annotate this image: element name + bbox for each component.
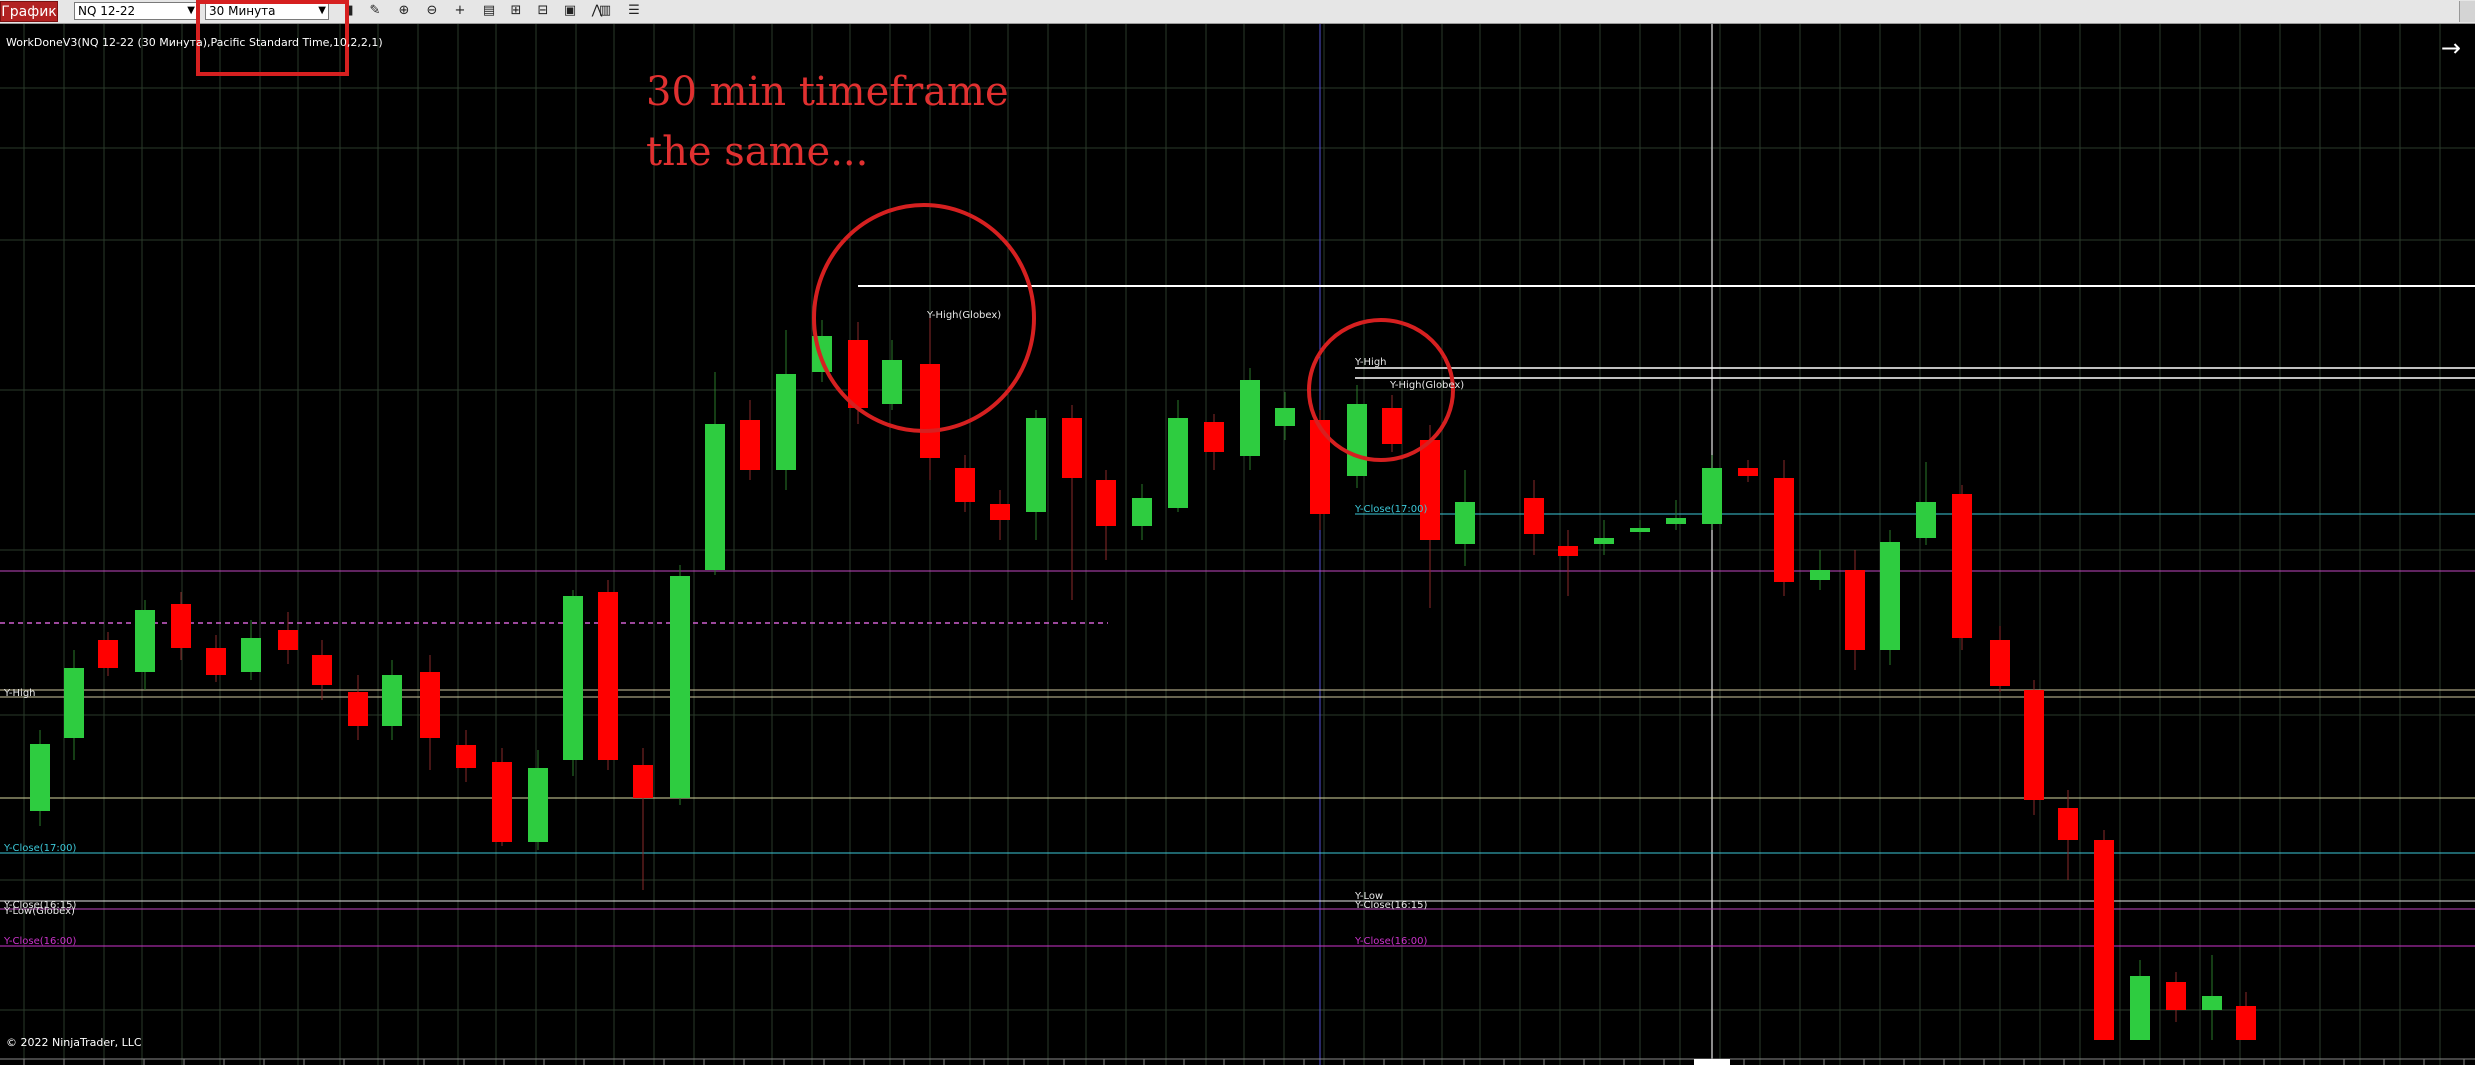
time-axis-cursor-marker	[1694, 1059, 1730, 1065]
candle-body	[1382, 408, 1402, 444]
candle-body	[278, 630, 298, 650]
candle-body	[920, 364, 940, 458]
candle-body	[1062, 418, 1082, 478]
level-label-y-close-1600-mid: Y-Close(16:00)	[1355, 936, 1428, 947]
candle-body	[2202, 996, 2222, 1010]
chevron-down-icon: ▼	[318, 5, 326, 16]
candle-body	[492, 762, 512, 842]
chart-toolbar: График NQ 12-22 ▼ 30 Минута ▼ ▮ ✎ ⊕ ⊖ + …	[0, 0, 2475, 24]
candle-body	[1990, 640, 2010, 686]
candle-body	[1774, 478, 1794, 582]
properties-icon[interactable]: ▥	[597, 3, 613, 19]
candle-body	[598, 592, 618, 760]
level-label-y-high-globex-2: Y-High(Globex)	[1390, 380, 1465, 391]
candle-body	[1420, 440, 1440, 540]
candle-body	[882, 360, 902, 404]
data-box-icon[interactable]: ▤	[481, 3, 497, 19]
candle-body	[1594, 538, 1614, 544]
chevron-down-icon: ▼	[187, 5, 195, 16]
candle-body	[382, 675, 402, 726]
candle-body	[1347, 404, 1367, 476]
candle-body	[2094, 840, 2114, 1040]
candle-body	[456, 745, 476, 768]
candle-body	[1702, 468, 1722, 524]
level-label-y-high-left: Y-High	[4, 688, 36, 699]
zoom-out-icon[interactable]: ⊖	[424, 3, 440, 19]
template-icon[interactable]: ⊟	[535, 3, 551, 19]
candle-body	[1455, 502, 1475, 544]
candle-body	[135, 610, 155, 672]
candle-body	[1666, 518, 1686, 524]
candle-body	[1738, 468, 1758, 476]
timeframe-value: 30 Минута	[209, 4, 276, 18]
annotation-line-1: 30 min timeframe	[646, 69, 1009, 115]
candle-body	[955, 468, 975, 502]
candle-body	[1880, 542, 1900, 650]
candle-body	[1096, 480, 1116, 526]
level-label-y-high-globex-1: Y-High(Globex)	[927, 310, 1002, 321]
candle-body	[1026, 418, 1046, 512]
chart-trader-icon[interactable]: ⊞	[508, 3, 524, 19]
bar-chart-icon[interactable]: ▮	[342, 3, 358, 19]
level-label-y-close-1700-mid: Y-Close(17:00)	[1355, 504, 1428, 515]
candle-body	[1845, 570, 1865, 650]
candle-body	[848, 340, 868, 408]
candle-body	[740, 420, 760, 470]
candle-body	[776, 374, 796, 470]
crosshair-icon[interactable]: +	[452, 3, 468, 19]
price-chart[interactable]	[0, 24, 2475, 1065]
candlestick-chart[interactable]	[0, 24, 2475, 1065]
level-label-y-high-mid: Y-High	[1355, 357, 1387, 368]
indicator-label: WorkDoneV3(NQ 12-22 (30 Минута),Pacific …	[6, 36, 383, 49]
list-icon[interactable]: ☰	[626, 3, 642, 19]
candle-body	[420, 672, 440, 738]
annotation-text: 30 min timeframe the same...	[646, 62, 1009, 182]
candle-body	[1524, 498, 1544, 534]
candle-body	[990, 504, 1010, 520]
chart-tab[interactable]: График	[0, 1, 58, 22]
candle-body	[171, 604, 191, 648]
copyright-text: © 2022 NinjaTrader, LLC	[6, 1036, 142, 1049]
candle-body	[312, 655, 332, 685]
candle-body	[1240, 380, 1260, 456]
candle-body	[633, 765, 653, 798]
candle-body	[670, 576, 690, 798]
candle-body	[64, 668, 84, 738]
candle-body	[2166, 982, 2186, 1010]
candle-body	[1275, 408, 1295, 426]
candle-body	[2058, 808, 2078, 840]
candle-body	[1204, 422, 1224, 452]
arrow-right-icon[interactable]: →	[2441, 36, 2461, 60]
level-label-y-close-1600-left: Y-Close(16:00)	[4, 936, 77, 947]
candle-body	[1810, 570, 1830, 580]
candle-body	[705, 424, 725, 570]
candle-body	[2024, 690, 2044, 800]
level-label-y-close-1700-left: Y-Close(17:00)	[4, 843, 77, 854]
candle-body	[30, 744, 50, 811]
zoom-in-icon[interactable]: ⊕	[396, 3, 412, 19]
candle-body	[1132, 498, 1152, 526]
candle-body	[1558, 546, 1578, 556]
pencil-icon[interactable]: ✎	[367, 3, 383, 19]
candle-body	[348, 692, 368, 726]
candle-body	[98, 640, 118, 668]
candle-body	[528, 768, 548, 842]
level-label-y-close-1615-mid: Y-Close(16:15)	[1355, 900, 1428, 911]
candle-body	[2236, 1006, 2256, 1040]
annotation-line-2: the same...	[646, 129, 869, 175]
candle-body	[1952, 494, 1972, 638]
candle-body	[1168, 418, 1188, 508]
strategy-icon[interactable]: ▣	[562, 3, 578, 19]
candle-body	[1630, 528, 1650, 532]
candle-body	[563, 596, 583, 760]
instrument-value: NQ 12-22	[78, 4, 136, 18]
instrument-select[interactable]: NQ 12-22 ▼	[74, 2, 198, 20]
candle-body	[241, 638, 261, 672]
candle-body	[206, 648, 226, 675]
candle-body	[2130, 976, 2150, 1040]
toolbar-overflow-button[interactable]	[2459, 1, 2475, 22]
timeframe-select[interactable]: 30 Минута ▼	[205, 2, 329, 20]
level-label-y-low-globex-left: Y-Low(Globex)	[4, 906, 75, 917]
candle-body	[1916, 502, 1936, 538]
